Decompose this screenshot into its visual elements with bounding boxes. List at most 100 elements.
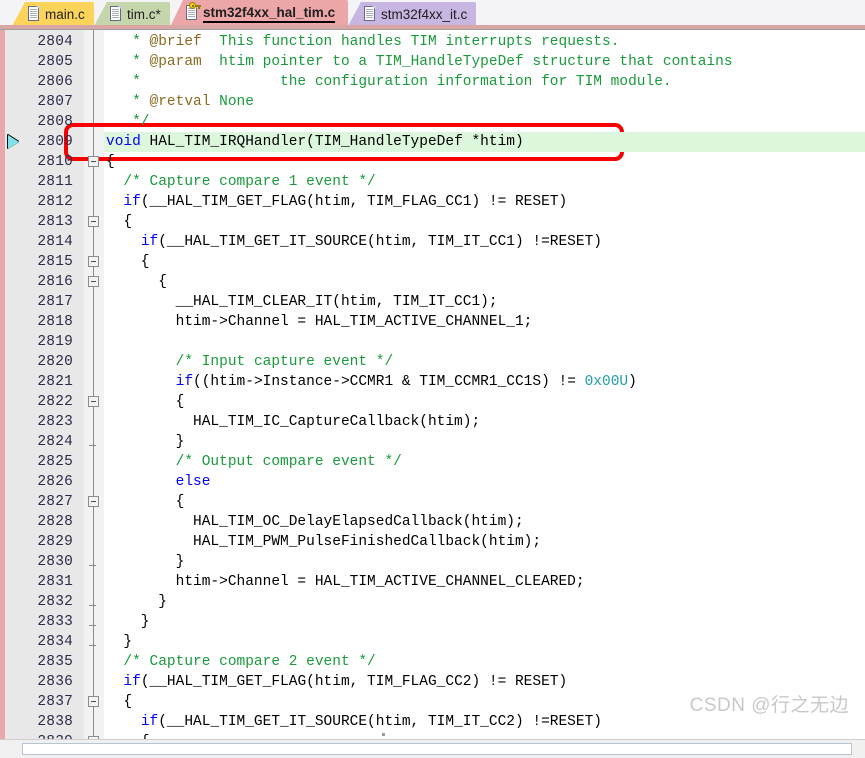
code-token: } (106, 434, 185, 450)
code-line[interactable]: } (104, 632, 132, 652)
code-line[interactable]: */ (104, 112, 149, 132)
fold-collapse-icon[interactable] (88, 496, 99, 507)
code-line[interactable]: } (104, 592, 167, 612)
fold-collapse-icon[interactable] (88, 396, 99, 407)
code-editor[interactable]: CSDN @行之无边 2804 * @brief This function h… (0, 29, 865, 741)
editor-tab-bar: main.c tim.c* stm32f4xx_hal_tim.c stm32f4xx… (0, 0, 865, 29)
code-line[interactable]: else (104, 472, 211, 492)
fold-collapse-icon[interactable] (88, 696, 99, 707)
editor-tab-2[interactable]: tim.c* (106, 2, 170, 26)
code-token: /* Input capture event */ (175, 354, 394, 370)
code-line[interactable]: } (104, 432, 185, 452)
code-token: None (210, 94, 254, 110)
code-line[interactable]: { (104, 252, 150, 272)
code-line[interactable]: { (104, 692, 132, 712)
code-token: } (106, 594, 167, 610)
tab-label: stm32f4xx_it.c (381, 6, 468, 22)
fold-collapse-icon[interactable] (88, 216, 99, 227)
line-number: 2830 (37, 554, 73, 570)
code-line[interactable]: if((htim->Instance->CCMR1 & TIM_CCMR1_CC… (104, 372, 637, 392)
code-line[interactable]: /* Input capture event */ (104, 352, 394, 372)
code-token: * (106, 34, 150, 50)
code-line[interactable]: { (104, 272, 167, 292)
tab-label: stm32f4xx_hal_tim.c (203, 5, 336, 23)
code-token: This function handles TIM interrupts req… (201, 34, 620, 50)
code-token: * (106, 54, 150, 70)
code-line[interactable]: if(__HAL_TIM_GET_IT_SOURCE(htim, TIM_IT_… (104, 232, 602, 252)
line-number: 2812 (37, 194, 73, 210)
code-line[interactable]: * @retval None (104, 92, 254, 112)
code-line[interactable]: HAL_TIM_OC_DelayElapsedCallback(htim); (104, 512, 524, 532)
code-token: htim->Channel = HAL_TIM_ACTIVE_CHANNEL_C… (106, 574, 585, 590)
line-number: 2816 (37, 274, 73, 290)
code-line[interactable]: * the configuration information for TIM … (104, 72, 672, 92)
horizontal-scrollbar-thumb[interactable] (22, 743, 852, 755)
code-token: htim pointer to a TIM_HandleTypeDef stru… (201, 54, 733, 70)
line-number: 2823 (37, 414, 73, 430)
csdn-watermark: CSDN @行之无边 (689, 695, 849, 716)
line-number: 2804 (37, 34, 73, 50)
code-line[interactable]: } (104, 552, 185, 572)
line-number: 2809 (37, 134, 73, 150)
line-number: 2829 (37, 534, 73, 550)
code-line[interactable]: HAL_TIM_PWM_PulseFinishedCallback(htim); (104, 532, 541, 552)
editor-tab-1[interactable]: main.c (24, 2, 94, 26)
code-token: * (106, 94, 150, 110)
code-token: HAL_TIM_PWM_PulseFinishedCallback(htim); (106, 534, 542, 550)
editor-tab-3[interactable]: stm32f4xx_hal_tim.c (182, 0, 348, 27)
code-line[interactable]: htim->Channel = HAL_TIM_ACTIVE_CHANNEL_1… (104, 312, 533, 332)
code-line[interactable]: } (104, 612, 150, 632)
line-number: 2828 (37, 514, 73, 530)
code-line[interactable] (104, 332, 106, 352)
line-number: 2837 (37, 694, 73, 710)
code-line[interactable]: * @brief This function handles TIM inter… (104, 32, 619, 52)
code-token: HAL_TIM_IRQHandler(TIM_HandleTypeDef *ht… (140, 134, 524, 150)
editor-tab-4[interactable]: stm32f4xx_it.c (360, 2, 476, 26)
code-line[interactable]: { (104, 492, 185, 512)
code-token: ((htim->Instance->CCMR1 & TIM_CCMR1_CC1S… (193, 374, 585, 390)
line-number: 2834 (37, 634, 73, 650)
code-line[interactable]: /* Capture compare 2 event */ (104, 652, 375, 672)
fold-collapse-icon[interactable] (88, 156, 99, 167)
line-number: 2817 (37, 294, 73, 310)
fold-collapse-icon[interactable] (88, 256, 99, 267)
code-line[interactable]: { (104, 392, 185, 412)
code-line[interactable]: /* Output compare event */ (104, 452, 402, 472)
code-token: { (106, 694, 133, 710)
code-token: (__HAL_TIM_GET_IT_SOURCE(htim, TIM_IT_CC… (158, 714, 602, 730)
code-line[interactable]: * @param htim pointer to a TIM_HandleTyp… (104, 52, 733, 72)
line-number: 2806 (37, 74, 73, 90)
line-number: 2820 (37, 354, 73, 370)
line-number: 2805 (37, 54, 73, 70)
code-line[interactable]: __HAL_TIM_CLEAR_IT(htim, TIM_IT_CC1); (104, 292, 498, 312)
code-token: @retval (149, 94, 211, 110)
code-token: ) (628, 374, 637, 390)
code-token: HAL_TIM_OC_DelayElapsedCallback(htim); (106, 514, 524, 530)
fold-end-marker (89, 625, 96, 626)
code-line[interactable]: { (104, 152, 115, 172)
fold-end-marker (89, 565, 96, 566)
code-token: (__HAL_TIM_GET_FLAG(htim, TIM_FLAG_CC2) … (140, 674, 568, 690)
code-line[interactable]: if(__HAL_TIM_GET_FLAG(htim, TIM_FLAG_CC1… (104, 192, 567, 212)
code-line[interactable]: if(__HAL_TIM_GET_FLAG(htim, TIM_FLAG_CC2… (104, 672, 567, 692)
line-number: 2821 (37, 374, 73, 390)
horizontal-scrollbar[interactable] (0, 733, 865, 758)
code-line[interactable]: HAL_TIM_IC_CaptureCallback(htim); (104, 412, 480, 432)
line-number: 2835 (37, 654, 73, 670)
code-line[interactable]: htim->Channel = HAL_TIM_ACTIVE_CHANNEL_C… (104, 572, 585, 592)
code-line[interactable]: if(__HAL_TIM_GET_IT_SOURCE(htim, TIM_IT_… (104, 712, 602, 732)
code-line[interactable]: void HAL_TIM_IRQHandler(TIM_HandleTypeDe… (104, 132, 524, 152)
line-number: 2811 (37, 174, 73, 190)
code-folding-column[interactable] (84, 30, 104, 741)
fold-collapse-icon[interactable] (88, 276, 99, 287)
code-line[interactable]: /* Capture compare 1 event */ (104, 172, 375, 192)
line-number: 2819 (37, 334, 73, 350)
code-line[interactable]: { (104, 212, 132, 232)
code-token: @brief (149, 34, 202, 50)
document-icon (28, 5, 41, 23)
fold-end-marker (89, 645, 96, 646)
code-token: { (106, 154, 115, 170)
